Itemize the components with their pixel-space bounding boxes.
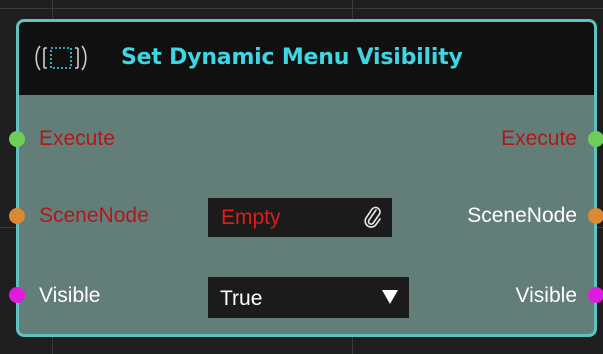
dynamic-menu-icon bbox=[35, 45, 87, 71]
scenenode-input-pin[interactable] bbox=[9, 208, 25, 224]
execute-output-label: Execute bbox=[501, 127, 577, 150]
visible-input-pin[interactable] bbox=[9, 287, 25, 303]
node-title: Set Dynamic Menu Visibility bbox=[121, 45, 463, 70]
visible-dropdown[interactable]: True bbox=[208, 277, 409, 318]
execute-input-label: Execute bbox=[39, 127, 115, 150]
node-header[interactable]: Set Dynamic Menu Visibility bbox=[19, 22, 594, 95]
visible-dropdown-value: True bbox=[220, 287, 263, 310]
paperclip-icon[interactable] bbox=[364, 205, 382, 229]
scenenode-output-label: SceneNode bbox=[467, 204, 577, 227]
scenenode-object-field[interactable]: Empty bbox=[208, 198, 392, 237]
visible-input-label: Visible bbox=[39, 284, 101, 307]
grid-line bbox=[0, 8, 603, 9]
visible-output-pin[interactable] bbox=[588, 287, 603, 303]
scenenode-input-label: SceneNode bbox=[39, 204, 149, 227]
triangle-down-icon bbox=[382, 290, 398, 304]
visible-output-label: Visible bbox=[515, 284, 577, 307]
execute-input-pin[interactable] bbox=[9, 131, 25, 147]
set-dynamic-menu-visibility-node[interactable]: Set Dynamic Menu Visibility Execute Exec… bbox=[9, 19, 603, 337]
scenenode-field-value: Empty bbox=[221, 206, 281, 229]
scenenode-output-pin[interactable] bbox=[588, 208, 603, 224]
execute-output-pin[interactable] bbox=[588, 131, 603, 147]
